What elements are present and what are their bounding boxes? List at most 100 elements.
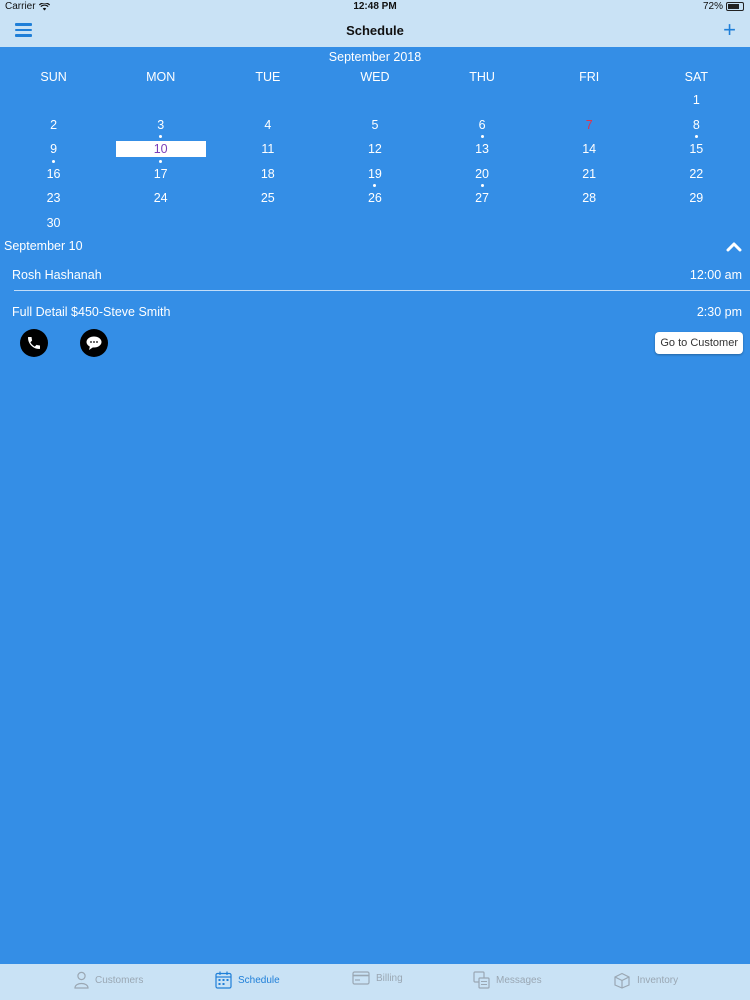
calendar-day[interactable]: 22 (643, 166, 750, 191)
calendar-empty-cell (107, 215, 214, 240)
calendar-day[interactable]: 27 (429, 190, 536, 215)
calendar-day[interactable]: 4 (214, 117, 321, 142)
calendar-day[interactable]: 7 (536, 117, 643, 142)
calendar-day[interactable]: 12 (321, 141, 428, 166)
calendar-day[interactable]: 23 (0, 190, 107, 215)
chat-bubble-icon (86, 336, 102, 350)
tab-label: Inventory (637, 974, 679, 986)
calendar-day[interactable]: 28 (536, 190, 643, 215)
calendar-day[interactable]: 6 (429, 117, 536, 142)
calendar-day[interactable]: 18 (214, 166, 321, 191)
tab-customers[interactable]: Customers (74, 971, 143, 989)
day-number: 29 (689, 191, 704, 205)
event-row[interactable]: Full Detail $450-Steve Smith 2:30 pm (12, 305, 742, 319)
calendar-day[interactable]: 1 (643, 92, 750, 117)
calendar-day[interactable]: 5 (321, 117, 428, 142)
weekday-label: WED (360, 70, 390, 84)
calendar-week: 9 10 11 12 13 14 15 (0, 141, 750, 166)
battery-icon (726, 2, 744, 11)
weekday-label: FRI (579, 70, 600, 84)
calendar-day[interactable]: 8 (643, 117, 750, 142)
day-number: 19 (367, 166, 382, 181)
add-button[interactable]: + (723, 19, 736, 41)
calendar-empty-cell (0, 92, 107, 117)
day-number: 22 (689, 166, 704, 181)
tab-billing[interactable]: Billing (352, 971, 403, 985)
message-button[interactable] (80, 329, 108, 357)
calendar-day[interactable]: 9 (0, 141, 107, 166)
calendar-empty-cell (429, 215, 536, 240)
calendar-empty-cell (536, 215, 643, 240)
tab-label: Customers (95, 974, 144, 986)
calendar-day[interactable]: 14 (536, 141, 643, 166)
calendar-day[interactable]: 2 (0, 117, 107, 142)
tab-messages[interactable]: Messages (473, 971, 542, 989)
tab-inventory[interactable]: Inventory (613, 971, 678, 989)
battery-info: 72% (703, 1, 744, 12)
day-number: 15 (689, 142, 704, 156)
day-number: 1 (692, 93, 700, 107)
calendar-week: 30 (0, 215, 750, 240)
chevron-up-icon[interactable] (726, 239, 742, 253)
day-number: 13 (475, 142, 490, 156)
day-number: 11 (261, 142, 275, 156)
tab-label: Schedule (238, 974, 280, 986)
day-number: 26 (367, 191, 382, 205)
day-number: 9 (50, 142, 58, 156)
person-icon (74, 971, 89, 989)
status-time: 12:48 PM (353, 1, 397, 12)
go-to-customer-button[interactable]: Go to Customer (655, 332, 743, 354)
calendar-day[interactable]: 24 (107, 190, 214, 215)
calendar-day[interactable]: 3 (107, 117, 214, 142)
calendar-day[interactable]: 13 (429, 141, 536, 166)
event-indicator-dot (480, 184, 484, 187)
day-number: 4 (264, 117, 272, 132)
event-row[interactable]: Rosh Hashanah 12:00 am (12, 268, 742, 282)
call-button[interactable] (20, 329, 48, 357)
calendar-day[interactable]: 21 (536, 166, 643, 191)
day-number: 2 (50, 117, 58, 132)
calendar-day[interactable]: 30 (0, 215, 107, 240)
calendar-week: 2 3 4 5 6 7 8 (0, 117, 750, 142)
event-indicator-dot (480, 135, 484, 138)
calendar-day[interactable]: 17 (107, 166, 214, 191)
day-number: 28 (582, 191, 597, 205)
calendar-empty-cell (321, 215, 428, 240)
day-number: 17 (153, 166, 168, 181)
event-divider (14, 290, 750, 291)
day-number: 5 (371, 117, 379, 132)
calendar-day[interactable]: 16 (0, 166, 107, 191)
tab-schedule[interactable]: Schedule (215, 971, 280, 989)
calendar-day[interactable]: 15 (643, 141, 750, 166)
box-icon (614, 972, 630, 989)
status-bar: Carrier 12:48 PM 72% (0, 0, 750, 14)
calendar-day[interactable]: 19 (321, 166, 428, 191)
calendar-day[interactable]: 11 (214, 141, 321, 166)
card-icon (352, 971, 370, 985)
selected-date-label: September 10 (4, 239, 83, 253)
calendar-empty-cell (214, 92, 321, 117)
day-number: 14 (582, 142, 597, 156)
weekday-label: MON (146, 70, 176, 84)
calendar-day[interactable]: 10 (107, 141, 214, 166)
day-number: 16 (46, 166, 61, 181)
calendar-empty-cell (321, 92, 428, 117)
day-number: 25 (260, 191, 275, 205)
calendar-week: 16 17 18 19 20 21 22 (0, 166, 750, 191)
event-indicator-dot (52, 159, 56, 163)
weekday-label: THU (469, 70, 495, 84)
day-number: 30 (46, 215, 61, 230)
tab-label: Messages (496, 974, 542, 986)
event-indicator-dot (373, 184, 377, 187)
calendar-empty-cell (107, 92, 214, 117)
page-title: Schedule (346, 23, 404, 38)
day-number: 27 (475, 191, 490, 205)
weekday-label: SAT (684, 70, 708, 84)
calendar-day[interactable]: 25 (214, 190, 321, 215)
calendar-day[interactable]: 29 (643, 190, 750, 215)
calendar-day[interactable]: 26 (321, 190, 428, 215)
calendar-week: 1 (0, 92, 750, 117)
day-number: 3 (157, 117, 165, 132)
calendar-day[interactable]: 20 (429, 166, 536, 191)
calendar-icon (215, 971, 232, 989)
